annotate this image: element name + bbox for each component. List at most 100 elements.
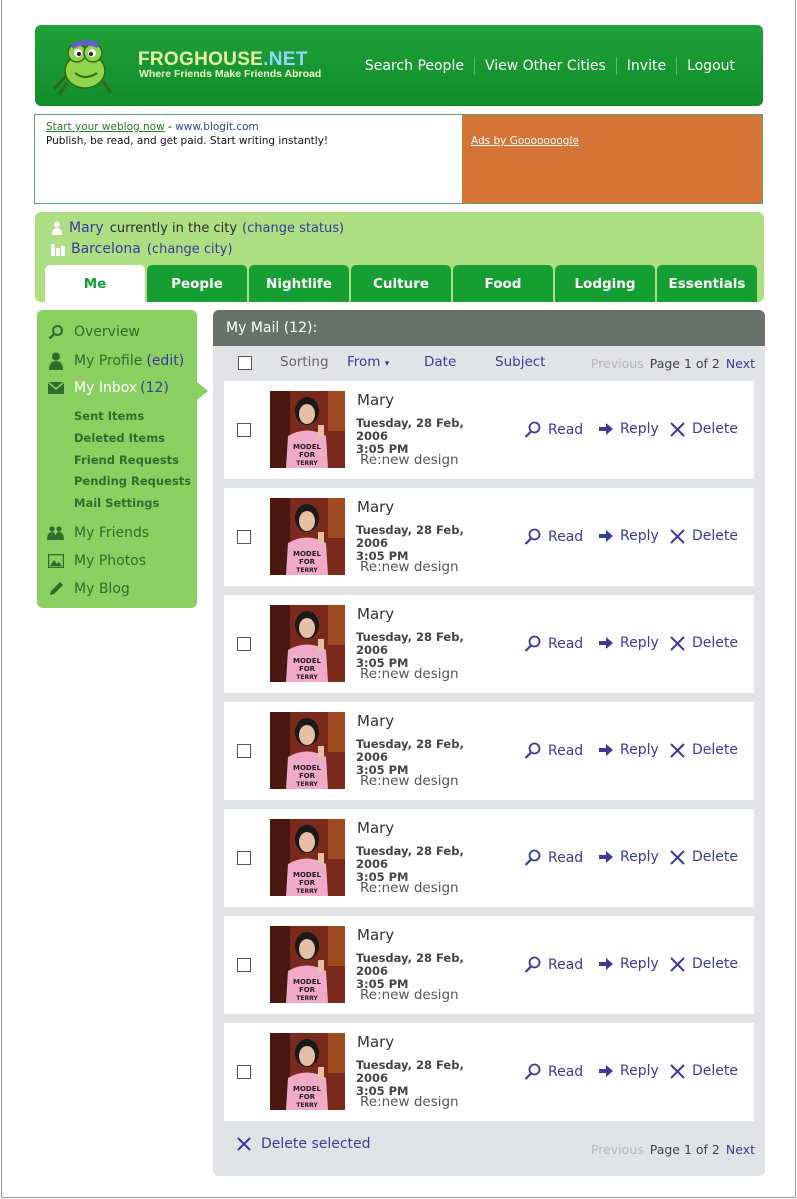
message-row[interactable]: MODEL FOR TERRY Mary Tuesday, 28 Feb, 20… — [224, 916, 754, 1014]
read-button[interactable]: Read — [524, 421, 583, 438]
message-checkbox[interactable] — [237, 1065, 251, 1079]
top-nav: Search People View Other Cities Invite L… — [355, 57, 745, 75]
message-subject[interactable]: Re:new design — [360, 987, 459, 1003]
ads-by-google-link[interactable]: Ads by Gooooooogle — [471, 135, 579, 147]
message-row[interactable]: MODEL FOR TERRY Mary Tuesday, 28 Feb, 20… — [224, 488, 754, 586]
message-subject[interactable]: Re:new design — [360, 559, 459, 575]
message-checkbox[interactable] — [237, 744, 251, 758]
frog-logo-icon[interactable] — [51, 37, 113, 99]
message-subject[interactable]: Re:new design — [360, 666, 459, 682]
sender-avatar[interactable]: MODEL FOR TERRY — [270, 605, 345, 682]
read-button[interactable]: Read — [524, 1063, 583, 1080]
message-subject[interactable]: Re:new design — [360, 1094, 459, 1110]
select-all-checkbox[interactable] — [238, 356, 252, 370]
message-checkbox[interactable] — [237, 958, 251, 972]
sidebar-item-blog[interactable]: My Blog — [47, 580, 130, 598]
sort-from[interactable]: From ▾ — [347, 354, 389, 370]
read-button[interactable]: Read — [524, 742, 583, 759]
reply-button[interactable]: Reply — [599, 528, 659, 544]
message-row[interactable]: MODEL FOR TERRY Mary Tuesday, 28 Feb, 20… — [224, 595, 754, 693]
sidebar-sub-sent-items[interactable]: Sent Items — [74, 409, 144, 423]
reply-button[interactable]: Reply — [599, 1063, 659, 1079]
tab-food[interactable]: Food — [453, 265, 553, 302]
message-sender[interactable]: Mary — [357, 605, 394, 623]
tab-culture[interactable]: Culture — [351, 265, 451, 302]
message-sender[interactable]: Mary — [357, 712, 394, 730]
tab-lodging[interactable]: Lodging — [555, 265, 655, 302]
message-checkbox[interactable] — [237, 637, 251, 651]
reply-button[interactable]: Reply — [599, 635, 659, 651]
sidebar-item-friends[interactable]: My Friends — [47, 524, 149, 542]
read-button[interactable]: Read — [524, 849, 583, 866]
change-status-link[interactable]: (change status) — [242, 221, 344, 236]
sidebar-item-profile[interactable]: My Profile (edit) — [47, 352, 184, 370]
sidebar-sub-deleted-items[interactable]: Deleted Items — [74, 431, 165, 445]
reply-button[interactable]: Reply — [599, 421, 659, 437]
status-username[interactable]: Mary — [69, 220, 104, 236]
message-sender[interactable]: Mary — [357, 926, 394, 944]
sidebar-item-photos[interactable]: My Photos — [47, 552, 146, 570]
pager-previous[interactable]: Previous — [591, 356, 644, 371]
delete-button[interactable]: Delete — [670, 421, 738, 437]
message-subject[interactable]: Re:new design — [360, 880, 459, 896]
message-checkbox[interactable] — [237, 423, 251, 437]
read-button[interactable]: Read — [524, 528, 583, 545]
message-sender[interactable]: Mary — [357, 1033, 394, 1051]
tab-essentials[interactable]: Essentials — [657, 265, 757, 302]
message-sender[interactable]: Mary — [357, 391, 394, 409]
tab-people[interactable]: People — [147, 265, 247, 302]
message-subject[interactable]: Re:new design — [360, 773, 459, 789]
sender-avatar[interactable]: MODEL FOR TERRY — [270, 712, 345, 789]
read-button[interactable]: Read — [524, 956, 583, 973]
pager-next[interactable]: Next — [726, 1142, 755, 1157]
pager-top: Previous Page 1 of 2 Next — [591, 356, 755, 371]
sidebar-item-inbox[interactable]: My Inbox (12) — [47, 379, 169, 397]
delete-selected-button[interactable]: Delete selected — [237, 1136, 371, 1152]
message-row[interactable]: MODEL FOR TERRY Mary Tuesday, 28 Feb, 20… — [224, 809, 754, 907]
message-row[interactable]: MODEL FOR TERRY Mary Tuesday, 28 Feb, 20… — [224, 381, 754, 479]
delete-button[interactable]: Delete — [670, 956, 738, 972]
tab-me[interactable]: Me — [45, 265, 145, 302]
read-button[interactable]: Read — [524, 635, 583, 652]
message-sender[interactable]: Mary — [357, 819, 394, 837]
svg-text:TERRY: TERRY — [296, 888, 318, 895]
reply-button[interactable]: Reply — [599, 956, 659, 972]
ad-weblog-link[interactable]: Start your weblog now — [46, 121, 165, 133]
delete-button[interactable]: Delete — [670, 635, 738, 651]
delete-button[interactable]: Delete — [670, 742, 738, 758]
sender-avatar[interactable]: MODEL FOR TERRY — [270, 498, 345, 575]
nav-search-people[interactable]: Search People — [355, 58, 474, 74]
message-row[interactable]: MODEL FOR TERRY Mary Tuesday, 28 Feb, 20… — [224, 1023, 754, 1121]
reply-button[interactable]: Reply — [599, 849, 659, 865]
sender-avatar[interactable]: MODEL FOR TERRY — [270, 926, 345, 1003]
nav-view-other-cities[interactable]: View Other Cities — [475, 58, 616, 74]
delete-button[interactable]: Delete — [670, 528, 738, 544]
message-subject[interactable]: Re:new design — [360, 452, 459, 468]
nav-invite[interactable]: Invite — [617, 58, 676, 74]
reply-button[interactable]: Reply — [599, 742, 659, 758]
sender-avatar[interactable]: MODEL FOR TERRY — [270, 819, 345, 896]
sidebar-sub-mail-settings[interactable]: Mail Settings — [74, 496, 159, 510]
message-sender[interactable]: Mary — [357, 498, 394, 516]
ad-url[interactable]: www.blogit.com — [175, 121, 259, 133]
nav-logout[interactable]: Logout — [677, 58, 745, 74]
sender-avatar[interactable]: MODEL FOR TERRY — [270, 391, 345, 468]
sort-date[interactable]: Date — [424, 354, 456, 370]
sender-avatar[interactable]: MODEL FOR TERRY — [270, 1033, 345, 1110]
pager-previous[interactable]: Previous — [591, 1142, 644, 1157]
message-checkbox[interactable] — [237, 530, 251, 544]
delete-button[interactable]: Delete — [670, 1063, 738, 1079]
sort-subject[interactable]: Subject — [495, 354, 545, 370]
edit-profile-link[interactable]: (edit) — [146, 353, 184, 369]
sidebar-sub-pending-requests[interactable]: Pending Requests — [74, 474, 191, 488]
sidebar-sub-friend-requests[interactable]: Friend Requests — [74, 453, 179, 467]
status-city[interactable]: Barcelona — [71, 241, 141, 257]
tab-nightlife[interactable]: Nightlife — [249, 265, 349, 302]
caret-down-icon: ▾ — [384, 359, 390, 369]
pager-next[interactable]: Next — [726, 356, 755, 371]
message-checkbox[interactable] — [237, 851, 251, 865]
sidebar-item-overview[interactable]: Overview — [47, 323, 140, 341]
message-row[interactable]: MODEL FOR TERRY Mary Tuesday, 28 Feb, 20… — [224, 702, 754, 800]
delete-button[interactable]: Delete — [670, 849, 738, 865]
change-city-link[interactable]: (change city) — [147, 242, 233, 257]
